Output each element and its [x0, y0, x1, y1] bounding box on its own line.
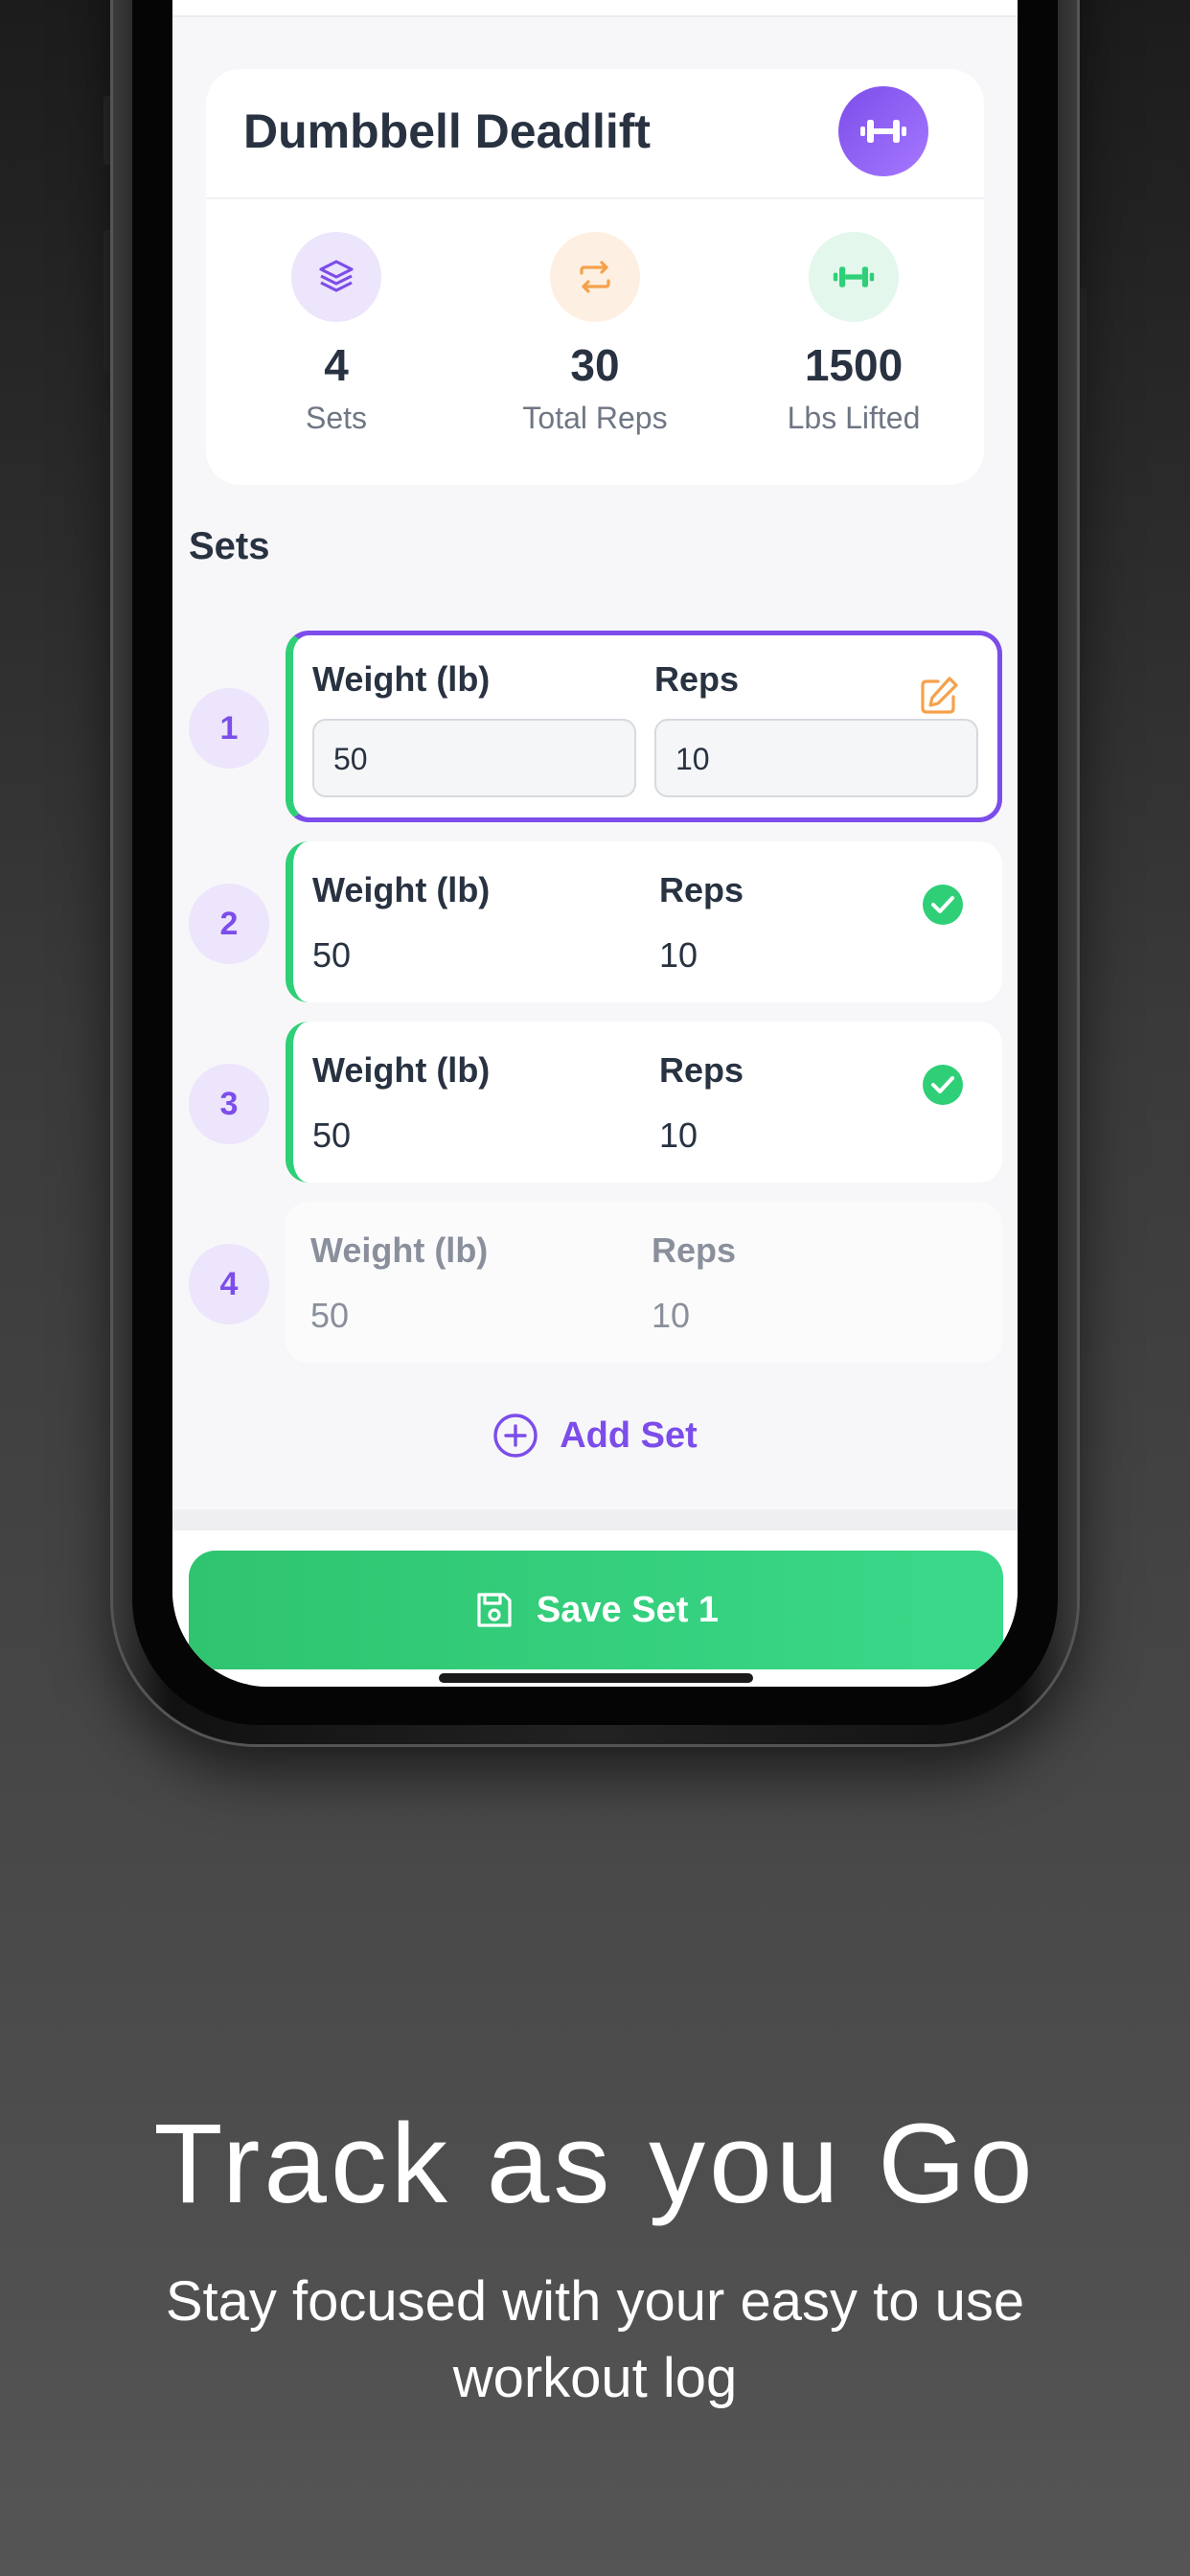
footer-divider — [172, 1509, 1018, 1530]
set-number-badge: 1 — [189, 688, 269, 769]
reps-input[interactable]: 10 — [654, 719, 978, 797]
add-set-label: Add Set — [560, 1414, 698, 1456]
set-card-completed[interactable]: Weight (lb) Reps 50 10 — [286, 1022, 1002, 1183]
weight-value: 50 — [312, 1116, 352, 1155]
check-circle-icon — [923, 1065, 963, 1105]
exercise-summary-card: Dumbbell Deadlift 4 Sets 30 Total Reps 1… — [206, 69, 984, 485]
weight-label: Weight (lb) — [310, 1230, 489, 1270]
dumbbell-icon — [860, 120, 906, 143]
repeat-icon — [580, 261, 610, 293]
set-card-pending[interactable]: Weight (lb) Reps 50 10 — [286, 1202, 1002, 1363]
reps-label: Reps — [654, 659, 740, 699]
marketing-headline: Track as you Go — [153, 2101, 1037, 2227]
edit-icon[interactable] — [917, 674, 961, 718]
weight-value: 50 — [312, 935, 352, 975]
stat-label: Sets — [305, 401, 368, 435]
card-divider — [206, 197, 984, 199]
stat-value: 30 — [570, 340, 620, 390]
weight-label: Weight (lb) — [312, 1050, 491, 1090]
weight-input[interactable]: 50 — [312, 719, 636, 797]
set-number-badge: 4 — [189, 1244, 269, 1324]
home-indicator — [439, 1673, 753, 1683]
set-card-completed[interactable]: Weight (lb) Reps 50 10 — [286, 841, 1002, 1002]
stat-sets: 4 Sets — [221, 232, 451, 436]
stat-value: 4 — [324, 340, 349, 390]
layers-icon — [319, 260, 354, 292]
exercise-icon-button[interactable] — [838, 86, 928, 176]
weight-label: Weight (lb) — [312, 659, 491, 699]
stat-icon-circle — [809, 232, 899, 322]
reps-value: 10 — [652, 1296, 691, 1335]
reps-label: Reps — [659, 1050, 744, 1090]
weight-label: Weight (lb) — [312, 870, 491, 909]
check-circle-icon — [923, 885, 963, 925]
sets-heading: Sets — [189, 525, 270, 567]
phone-screen: Dumbbell Deadlift 4 Sets 30 Total Reps 1… — [172, 0, 1018, 1687]
set-card-active[interactable]: Weight (lb) Reps 50 10 — [286, 631, 1002, 822]
plus-circle-icon — [493, 1414, 538, 1458]
reps-label: Reps — [659, 870, 744, 909]
stat-icon-circle — [550, 232, 640, 322]
save-button-label: Save Set 1 — [536, 1589, 720, 1630]
stat-label: Lbs Lifted — [787, 401, 921, 435]
top-bar — [172, 0, 1018, 17]
exercise-title: Dumbbell Deadlift — [243, 104, 652, 158]
reps-value: 10 — [659, 1116, 698, 1155]
set-number-badge: 3 — [189, 1064, 269, 1144]
save-set-button[interactable]: Save Set 1 — [189, 1551, 1003, 1669]
reps-value: 10 — [659, 935, 698, 975]
marketing-subline: Stay focused with your easy to use worko… — [165, 2270, 1025, 2409]
stat-value: 1500 — [804, 340, 904, 390]
dumbbell-icon — [833, 266, 875, 288]
stat-icon-circle — [291, 232, 381, 322]
add-set-button[interactable]: Add Set — [172, 1407, 1018, 1464]
stat-lbs-lifted: 1500 Lbs Lifted — [739, 232, 969, 436]
reps-label: Reps — [652, 1230, 737, 1270]
weight-value: 50 — [310, 1296, 350, 1335]
save-icon — [477, 1593, 512, 1627]
stat-label: Total Reps — [522, 401, 668, 435]
stat-total-reps: 30 Total Reps — [480, 232, 710, 436]
set-number-badge: 2 — [189, 884, 269, 964]
